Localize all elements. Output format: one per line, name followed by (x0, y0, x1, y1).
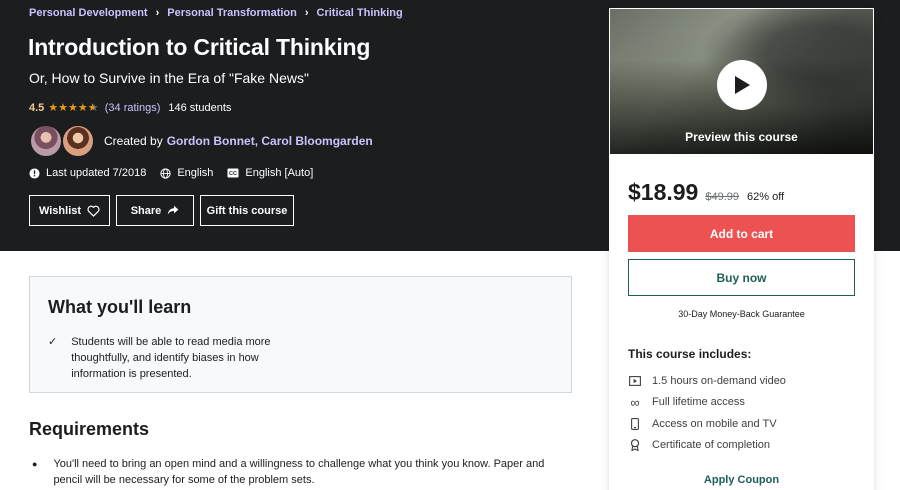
learn-title: What you'll learn (48, 297, 192, 317)
requirement-item: ● You'll need to bring an open mind and … (32, 456, 552, 488)
students-count: 146 students (168, 101, 232, 114)
includes-title: This course includes: (628, 347, 752, 361)
svg-text:CC: CC (229, 171, 237, 177)
course-preview[interactable]: Preview this course (609, 8, 874, 155)
buy-now-button[interactable]: Buy now (628, 259, 855, 296)
closed-caption-icon: CC (227, 168, 239, 178)
rating-value: 4.5 (29, 101, 45, 114)
check-icon: ✓ (48, 336, 58, 348)
discount-percent: 62% off (747, 191, 785, 203)
rating-summary: 4.5 ★★★★★★ (34 ratings) 146 students (29, 101, 232, 115)
list-item: Access on mobile and TV (628, 413, 786, 435)
wishlist-button[interactable]: Wishlist (29, 195, 110, 226)
avatar[interactable] (61, 124, 95, 158)
language-text: English (177, 167, 214, 179)
current-price: $18.99 (628, 179, 699, 205)
captions: CC English [Auto] (227, 167, 313, 179)
avatar[interactable] (29, 124, 63, 158)
learn-item: ✓ Students will be able to read media mo… (48, 334, 291, 382)
alert-clock-icon (29, 167, 40, 179)
add-to-cart-button[interactable]: Add to cart (628, 215, 855, 252)
requirement-text: You'll need to bring an open mind and a … (53, 458, 545, 486)
requirements-title: Requirements (29, 419, 150, 439)
preview-label: Preview this course (685, 130, 798, 144)
globe-icon (160, 167, 171, 179)
infinity-icon: ∞ (630, 394, 640, 410)
learn-item-text: Students will be able to read media more… (71, 336, 271, 380)
includes-list: 1.5 hours on-demand video ∞ Full lifetim… (628, 370, 786, 456)
course-title: Introduction to Critical Thinking (28, 34, 371, 60)
breadcrumb-item-personal-development[interactable]: Personal Development (29, 7, 148, 19)
video-icon (628, 375, 642, 386)
star-rating-icon: ★★★★★★ (48, 102, 99, 114)
chevron-right-icon: › (304, 7, 309, 19)
created-by-label: Created by (104, 134, 163, 148)
captions-text: English [Auto] (245, 167, 314, 179)
play-icon[interactable] (717, 60, 767, 110)
apply-coupon-link[interactable]: Apply Coupon (609, 474, 874, 486)
creator-row: Created by Gordon Bonnet, Carol Bloomgar… (29, 124, 373, 158)
course-subtitle: Or, How to Survive in the Era of "Fake N… (29, 70, 309, 86)
breadcrumb: Personal Development › Personal Transfor… (29, 7, 403, 19)
bullet-icon: ● (32, 459, 38, 469)
list-item: Certificate of completion (628, 435, 786, 457)
instructor-links[interactable]: Gordon Bonnet, Carol Bloomgarden (167, 134, 373, 148)
money-back-guarantee: 30-Day Money-Back Guarantee (678, 309, 805, 319)
share-arrow-icon (168, 205, 179, 215)
heart-icon (87, 205, 100, 217)
wishlist-label: Wishlist (38, 204, 82, 217)
gift-course-button[interactable]: Gift this course (200, 195, 294, 226)
action-buttons: Wishlist Share Gift this course (29, 195, 300, 226)
list-item: ∞ Full lifetime access (628, 392, 786, 414)
gift-course-label: Gift this course (206, 204, 288, 217)
what-youll-learn-box: What you'll learn ✓ Students will be abl… (29, 276, 572, 393)
list-item: 1.5 hours on-demand video (628, 370, 786, 392)
chevron-right-icon: › (155, 7, 160, 19)
certificate-icon (628, 439, 642, 452)
purchase-sidebar: Preview this course $18.99 $49.99 62% of… (609, 8, 874, 490)
original-price: $49.99 (705, 191, 740, 203)
include-label: Access on mobile and TV (652, 417, 777, 430)
course-meta: Last updated 7/2018 English CC English [… (29, 167, 327, 179)
share-button[interactable]: Share (116, 195, 194, 226)
include-label: 1.5 hours on-demand video (652, 374, 786, 387)
mobile-icon (628, 417, 642, 430)
ratings-count-link[interactable]: (34 ratings) (105, 102, 161, 114)
last-updated: Last updated 7/2018 (29, 167, 146, 179)
last-updated-text: Last updated 7/2018 (46, 167, 147, 179)
include-label: Certificate of completion (652, 439, 770, 452)
include-label: Full lifetime access (652, 396, 745, 409)
breadcrumb-item-personal-transformation[interactable]: Personal Transformation (167, 7, 297, 19)
price-row: $18.99 $49.99 62% off (628, 179, 784, 206)
language: English (160, 167, 213, 179)
share-label: Share (130, 204, 162, 217)
breadcrumb-item-critical-thinking[interactable]: Critical Thinking (317, 7, 403, 19)
